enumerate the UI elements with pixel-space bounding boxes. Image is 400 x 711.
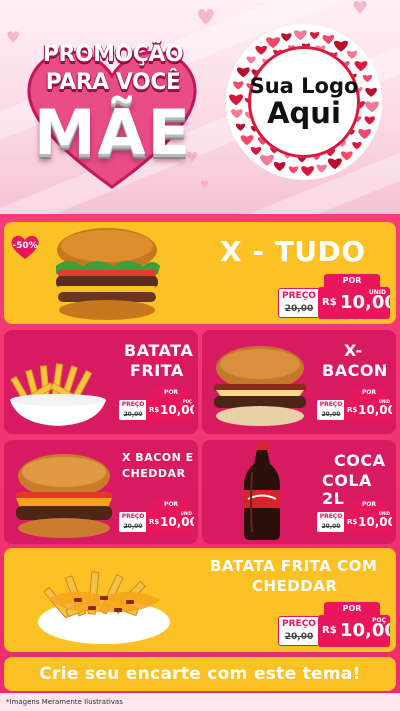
product-title-line-1: BATATA FRITA COM [210, 557, 378, 575]
product-card-batata-cheddar: BATATA FRITA COM CHEDDAR POR PREÇO 20,00… [4, 548, 396, 652]
promo-line-1: PROMOÇÃO [42, 42, 184, 67]
old-price: 20,00 [123, 523, 143, 530]
price-label: PREÇO [319, 401, 343, 408]
currency: R$ [322, 297, 337, 308]
promo-line-2: PARA VOCÊ [45, 70, 181, 95]
product-card-batata-frita: BATATA FRITA POR PREÇO 20,00 R$ 10,00 PO… [4, 330, 198, 434]
price-tag: POR PREÇO 20,00 R$ 10,00 UNID [118, 500, 194, 534]
product-title-line-1: COCA [334, 451, 386, 470]
product-title-line-1: BATATA [124, 341, 194, 360]
product-title-line-1: X BACON E [122, 451, 194, 464]
discount-badge: -50% [10, 234, 40, 262]
price-label: PREÇO [282, 291, 316, 301]
product-title-line-2: BACON [322, 361, 388, 380]
old-price-box: PREÇO 20,00 [118, 399, 148, 421]
product-title-line-1: X- [344, 341, 363, 360]
price-label: PREÇO [121, 513, 145, 520]
cola-bottle-icon [244, 442, 280, 540]
logo-text-line-2: Aqui [267, 95, 341, 130]
product-card-x-tudo: X - TUDO POR PREÇO 20,00 R$ 10,00 UNID [4, 222, 396, 324]
new-price-box: R$ 10,00 UNID [318, 287, 390, 319]
fries-icon [10, 363, 106, 426]
promo-title: PROMOÇÃO PARA VOCÊ MÃE [18, 34, 208, 194]
old-price-box: PREÇO 20,00 [118, 511, 148, 533]
new-price-box: R$ 10,00 UNID [344, 398, 392, 422]
unit-label: POÇ [372, 617, 386, 624]
old-price: 20,00 [284, 632, 314, 642]
new-price: 10,00 [160, 403, 194, 417]
old-price: 20,00 [123, 411, 143, 418]
price-tag: POR PREÇO 20,00 R$ 10,00 POÇ [278, 602, 390, 648]
old-price-box: PREÇO 20,00 [278, 616, 320, 646]
por-label: POR [352, 388, 386, 398]
disclaimer: *Imagens Meramente Ilustrativas [0, 693, 400, 711]
old-price-box: PREÇO 20,00 [278, 288, 320, 318]
burger-icon [214, 346, 306, 426]
price-tag: POR PREÇO 20,00 R$ 10,00 UNID [316, 388, 392, 422]
currency: R$ [149, 518, 160, 526]
old-price-box: PREÇO 20,00 [316, 511, 346, 533]
product-title-line-2: CHEDDAR [122, 467, 186, 480]
header: ♥ ♥ ♥ ♥ ♥ PROMOÇÃO PARA VOCÊ MÃE Sua Log… [0, 0, 400, 214]
new-price-box: R$ 10,00 UNID [146, 510, 194, 534]
flyer: ♥ ♥ ♥ ♥ ♥ PROMOÇÃO PARA VOCÊ MÃE Sua Log… [0, 0, 400, 711]
burger-icon [16, 454, 112, 538]
fries-icon [38, 571, 170, 644]
old-price: 20,00 [284, 304, 314, 314]
product-title-line-2: CHEDDAR [252, 577, 338, 595]
burger-icon [56, 228, 160, 320]
discount-text: -50% [12, 241, 38, 251]
logo-text-line-1: Sua Logo [249, 73, 359, 98]
cta-banner[interactable]: Crie seu encarte com este tema! [4, 657, 396, 691]
old-price-box: PREÇO 20,00 [316, 399, 346, 421]
currency: R$ [322, 625, 337, 636]
old-price: 20,00 [321, 523, 341, 530]
por-label: POR [324, 274, 380, 287]
price-label: PREÇO [282, 619, 316, 629]
product-title-line-2: FRITA [130, 361, 184, 380]
unit-label: UNID [368, 289, 386, 296]
price-tag: POR PREÇO 20,00 R$ 10,00 UNID [316, 500, 392, 534]
unit-label: UNID [378, 399, 390, 404]
unit-label: UNID [378, 511, 390, 516]
por-label: POR [154, 500, 188, 510]
new-price: 10,00 [358, 515, 392, 529]
price-tag: POR PREÇO 20,00 R$ 10,00 UNID [278, 274, 390, 320]
product-card-x-bacon: X- BACON POR PREÇO 20,00 R$ 10,00 UNID [202, 330, 396, 434]
logo-placeholder: Sua Logo Aqui [224, 22, 384, 182]
por-label: POR [324, 602, 380, 615]
por-label: POR [154, 388, 188, 398]
currency: R$ [149, 406, 160, 414]
new-price-box: R$ 10,00 POÇ [318, 615, 390, 647]
price-label: PREÇO [319, 513, 343, 520]
new-price-box: R$ 10,00 UNID [344, 510, 392, 534]
product-card-x-bacon-cheddar: X BACON E CHEDDAR POR PREÇO 20,00 R$ 10,… [4, 440, 198, 544]
new-price-box: R$ 10,00 POÇ [146, 398, 194, 422]
heart-icon: ♥ [352, 0, 369, 19]
new-price: 10,00 [160, 515, 194, 529]
price-label: PREÇO [121, 401, 145, 408]
product-card-coca-cola: COCA COLA 2L POR PREÇO 20,00 R$ 10,00 UN… [202, 440, 396, 544]
heart-icon: ♥ [196, 6, 216, 31]
promo-line-3: MÃE [33, 96, 193, 169]
currency: R$ [347, 406, 358, 414]
product-title: X - TUDO [220, 235, 366, 268]
price-tag: POR PREÇO 20,00 R$ 10,00 POÇ [118, 388, 194, 422]
por-label: POR [352, 500, 386, 510]
old-price: 20,00 [321, 411, 341, 418]
unit-label: UNID [180, 511, 192, 516]
new-price: 10,00 [358, 403, 392, 417]
currency: R$ [347, 518, 358, 526]
unit-label: POÇ [182, 399, 192, 404]
